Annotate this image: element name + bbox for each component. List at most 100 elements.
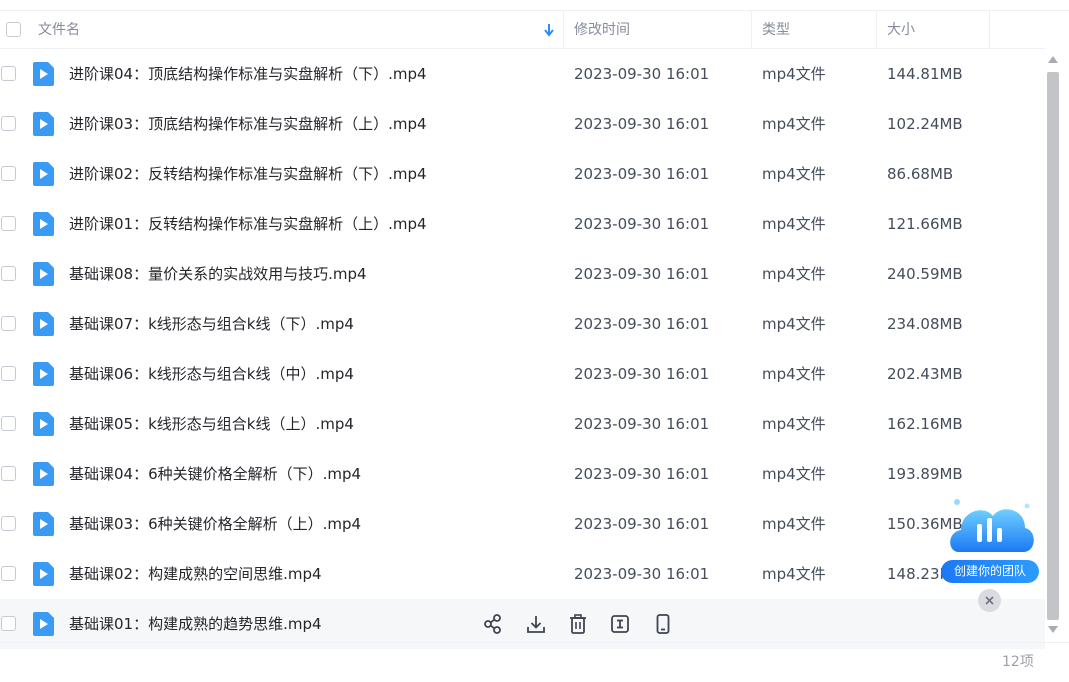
file-size: 202.43MB	[887, 365, 963, 383]
table-row[interactable]: 基础课07：k线形态与组合k线（下）.mp4 2023-09-30 16:01 …	[0, 299, 1045, 349]
table-row[interactable]: 基础课04：6种关键价格全解析（下）.mp4 2023-09-30 16:01 …	[0, 449, 1045, 499]
file-time: 2023-09-30 16:01	[574, 215, 710, 233]
close-icon[interactable]	[978, 589, 1001, 612]
video-file-icon	[33, 562, 54, 586]
row-checkbox[interactable]	[1, 316, 16, 331]
row-checkbox[interactable]	[1, 66, 16, 81]
create-team-button[interactable]: 创建你的团队	[941, 560, 1039, 583]
file-name[interactable]: 基础课08：量价关系的实战效用与技巧.mp4	[69, 249, 367, 299]
file-type: mp4文件	[762, 115, 826, 133]
file-time: 2023-09-30 16:01	[574, 65, 710, 83]
table-row[interactable]: 进阶课01：反转结构操作标准与实盘解析（上）.mp4 2023-09-30 16…	[0, 199, 1045, 249]
download-icon[interactable]	[525, 612, 547, 636]
file-time: 2023-09-30 16:01	[574, 415, 710, 433]
row-checkbox[interactable]	[1, 216, 16, 231]
row-checkbox[interactable]	[1, 466, 16, 481]
video-file-icon	[33, 212, 54, 236]
file-type: mp4文件	[762, 165, 826, 183]
file-size: 240.59MB	[887, 265, 963, 283]
file-time: 2023-09-30 16:01	[574, 165, 710, 183]
rename-icon[interactable]	[609, 612, 631, 636]
video-file-icon	[33, 162, 54, 186]
file-type: mp4文件	[762, 315, 826, 333]
file-type: mp4文件	[762, 515, 826, 533]
delete-icon[interactable]	[567, 612, 589, 636]
file-type: mp4文件	[762, 65, 826, 83]
file-size: 121.66MB	[887, 215, 963, 233]
file-name[interactable]: 基础课06：k线形态与组合k线（中）.mp4	[69, 349, 354, 399]
file-type: mp4文件	[762, 215, 826, 233]
row-checkbox[interactable]	[1, 616, 16, 631]
file-name[interactable]: 进阶课04：顶底结构操作标准与实盘解析（下）.mp4	[69, 49, 427, 99]
file-time: 2023-09-30 16:01	[574, 265, 710, 283]
table-row[interactable]: 基础课03：6种关键价格全解析（上）.mp4 2023-09-30 16:01 …	[0, 499, 1045, 549]
file-type: mp4文件	[762, 415, 826, 433]
file-size: 234.08MB	[887, 315, 963, 333]
select-all-checkbox[interactable]	[6, 22, 21, 37]
column-separator[interactable]	[751, 11, 752, 49]
file-name[interactable]: 基础课07：k线形态与组合k线（下）.mp4	[69, 299, 354, 349]
video-file-icon	[33, 412, 54, 436]
video-file-icon	[33, 362, 54, 386]
file-type: mp4文件	[762, 365, 826, 383]
header-size[interactable]: 大小	[887, 11, 915, 49]
file-name[interactable]: 基础课04：6种关键价格全解析（下）.mp4	[69, 449, 361, 499]
row-checkbox[interactable]	[1, 566, 16, 581]
scroll-down-arrow-icon[interactable]	[1047, 624, 1059, 634]
table-row[interactable]: 基础课08：量价关系的实战效用与技巧.mp4 2023-09-30 16:01 …	[0, 249, 1045, 299]
file-type: mp4文件	[762, 465, 826, 483]
table-header: 文件名 修改时间 类型 大小	[0, 11, 1045, 49]
file-name[interactable]: 进阶课01：反转结构操作标准与实盘解析（上）.mp4	[69, 199, 427, 249]
video-file-icon	[33, 62, 54, 86]
file-name[interactable]: 基础课03：6种关键价格全解析（上）.mp4	[69, 499, 361, 549]
file-name[interactable]: 进阶课02：反转结构操作标准与实盘解析（下）.mp4	[69, 149, 427, 199]
file-size: 144.81MB	[887, 65, 963, 83]
video-file-icon	[33, 462, 54, 486]
file-name[interactable]: 进阶课03：顶底结构操作标准与实盘解析（上）.mp4	[69, 99, 427, 149]
row-checkbox[interactable]	[1, 416, 16, 431]
scrollbar-thumb[interactable]	[1047, 72, 1059, 620]
file-size: 102.24MB	[887, 115, 963, 133]
file-time: 2023-09-30 16:01	[574, 315, 710, 333]
table-row[interactable]: 进阶课02：反转结构操作标准与实盘解析（下）.mp4 2023-09-30 16…	[0, 149, 1045, 199]
table-row[interactable]: 基础课05：k线形态与组合k线（上）.mp4 2023-09-30 16:01 …	[0, 399, 1045, 449]
video-file-icon	[33, 112, 54, 136]
vertical-scrollbar[interactable]	[1045, 50, 1061, 640]
file-time: 2023-09-30 16:01	[574, 465, 710, 483]
video-file-icon	[33, 512, 54, 536]
column-separator[interactable]	[563, 11, 564, 49]
share-icon[interactable]	[482, 612, 504, 636]
file-time: 2023-09-30 16:01	[574, 365, 710, 383]
file-type: mp4文件	[762, 265, 826, 283]
header-name[interactable]: 文件名	[38, 11, 80, 49]
file-name[interactable]: 基础课05：k线形态与组合k线（上）.mp4	[69, 399, 354, 449]
table-row[interactable]: 基础课06：k线形态与组合k线（中）.mp4 2023-09-30 16:01 …	[0, 349, 1045, 399]
file-time: 2023-09-30 16:01	[574, 115, 710, 133]
row-checkbox[interactable]	[1, 516, 16, 531]
row-checkbox[interactable]	[1, 266, 16, 281]
file-size: 86.68MB	[887, 165, 954, 183]
footer-divider	[0, 642, 1069, 643]
header-type[interactable]: 类型	[762, 11, 790, 49]
header-time[interactable]: 修改时间	[574, 11, 630, 49]
sort-down-icon[interactable]	[543, 22, 555, 38]
file-time: 2023-09-30 16:01	[574, 565, 710, 583]
video-file-icon	[33, 612, 54, 636]
scroll-up-arrow-icon[interactable]	[1047, 55, 1059, 65]
row-checkbox[interactable]	[1, 116, 16, 131]
file-name[interactable]: 基础课02：构建成熟的空间思维.mp4	[69, 549, 322, 599]
row-checkbox[interactable]	[1, 366, 16, 381]
table-row[interactable]: 进阶课04：顶底结构操作标准与实盘解析（下）.mp4 2023-09-30 16…	[0, 49, 1045, 99]
video-file-icon	[33, 262, 54, 286]
file-time: 2023-09-30 16:01	[574, 515, 710, 533]
file-size: 162.16MB	[887, 415, 963, 433]
file-type: mp4文件	[762, 565, 826, 583]
video-file-icon	[33, 312, 54, 336]
column-separator[interactable]	[876, 11, 877, 49]
table-row[interactable]: 基础课02：构建成熟的空间思维.mp4 2023-09-30 16:01 mp4…	[0, 549, 1045, 599]
item-count: 12项	[1002, 654, 1034, 670]
row-checkbox[interactable]	[1, 166, 16, 181]
table-row[interactable]: 进阶课03：顶底结构操作标准与实盘解析（上）.mp4 2023-09-30 16…	[0, 99, 1045, 149]
column-separator[interactable]	[989, 11, 990, 49]
phone-icon[interactable]	[652, 612, 674, 636]
